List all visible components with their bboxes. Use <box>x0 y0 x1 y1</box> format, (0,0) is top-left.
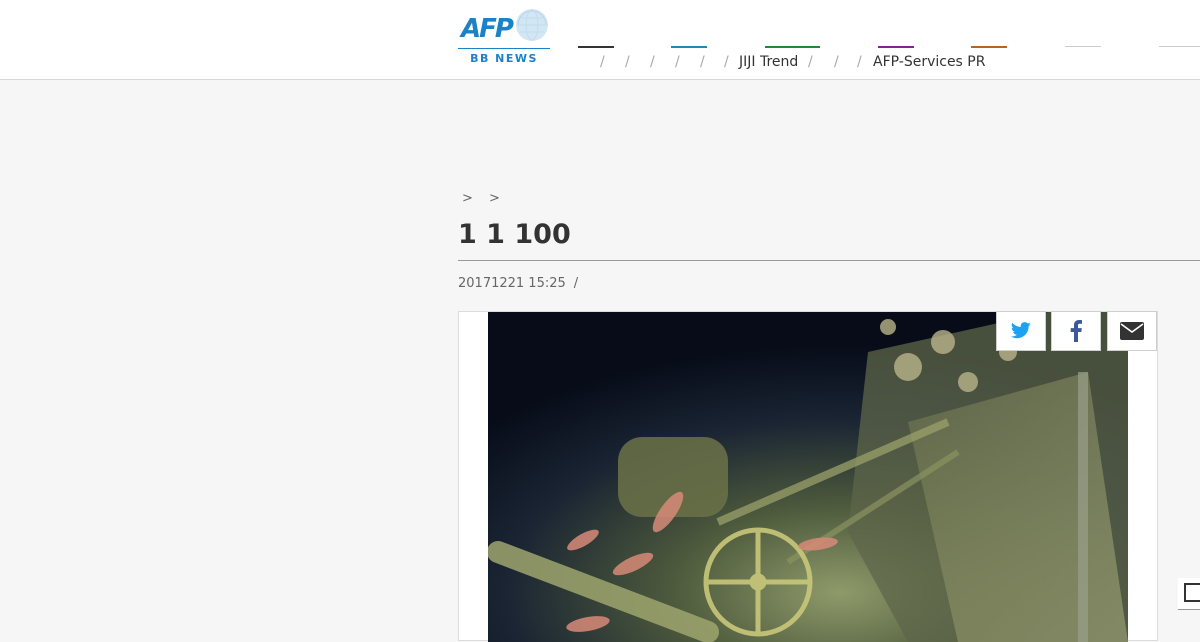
nav-category-bar[interactable] <box>1159 46 1200 47</box>
meta-separator: / <box>573 276 579 291</box>
article-title: 1 1 100 <box>458 219 571 250</box>
share-email-button[interactable] <box>1107 311 1157 351</box>
nav-category-bar[interactable] <box>1065 46 1101 47</box>
nav-category-bar[interactable] <box>765 46 820 48</box>
afp-bb-news-logo[interactable]: AFP BB NEWS <box>458 8 550 65</box>
breadcrumb: > > <box>462 191 506 206</box>
title-divider <box>458 260 1200 261</box>
site-header: AFP BB NEWS / / / / / / JIJI Trend / / /… <box>0 0 1200 80</box>
breadcrumb-chevron[interactable]: > <box>462 191 479 206</box>
nav-separator: / <box>700 54 705 70</box>
nav-category-bar[interactable] <box>578 46 614 48</box>
envelope-icon <box>1120 322 1144 340</box>
nav-separator: / <box>834 54 839 70</box>
logo-subtitle: BB NEWS <box>470 52 538 65</box>
nav-category-bar[interactable] <box>671 46 707 48</box>
nav-link-afp-services-pr[interactable]: AFP-Services PR <box>873 54 985 70</box>
nav-link-jiji-trend[interactable]: JIJI Trend <box>739 54 798 70</box>
facebook-icon <box>1070 320 1082 342</box>
nav-separator: / <box>724 54 729 70</box>
shipwreck-image <box>488 312 1128 642</box>
nav-separator: / <box>675 54 680 70</box>
share-twitter-button[interactable] <box>996 311 1046 351</box>
box-icon <box>1184 583 1200 602</box>
article-photo[interactable] <box>488 312 1128 642</box>
side-widget-fragment[interactable] <box>1178 578 1200 610</box>
article-meta: 20171221 15:25 / <box>458 276 578 291</box>
nav-category-bar[interactable] <box>971 46 1007 48</box>
nav-separator: / <box>625 54 630 70</box>
logo-divider <box>458 48 550 49</box>
nav-category-bar[interactable] <box>878 46 914 48</box>
photo-frame <box>458 311 1158 642</box>
share-facebook-button[interactable] <box>1051 311 1101 351</box>
breadcrumb-chevron[interactable]: > <box>489 191 506 206</box>
nav-separator: / <box>600 54 605 70</box>
nav-separator: / <box>857 54 862 70</box>
logo-wordmark: AFP <box>461 14 514 44</box>
twitter-icon <box>1010 322 1031 339</box>
nav-separator: / <box>650 54 655 70</box>
nav-separator: / <box>808 54 813 70</box>
publish-date: 20171221 15:25 <box>458 276 566 291</box>
